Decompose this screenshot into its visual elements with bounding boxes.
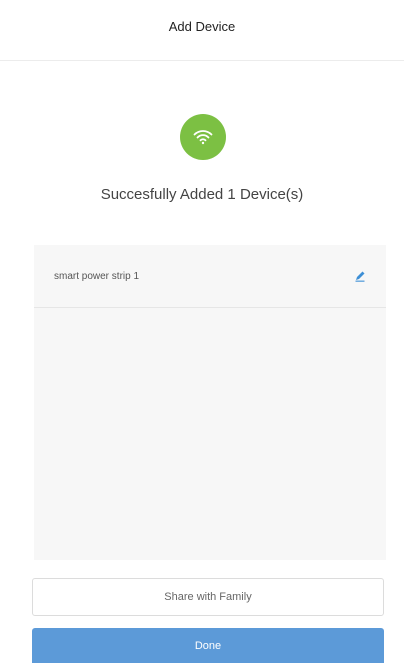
wifi-icon xyxy=(180,114,226,160)
device-row: smart power strip 1 xyxy=(34,245,386,308)
page-title: Add Device xyxy=(168,18,236,34)
page-header: Add Device xyxy=(0,0,404,61)
pencil-icon[interactable] xyxy=(352,268,368,284)
device-list: smart power strip 1 xyxy=(34,245,386,560)
device-name: smart power strip 1 xyxy=(54,270,140,282)
share-with-family-button[interactable]: Share with Family xyxy=(32,578,384,616)
done-button[interactable]: Done xyxy=(32,628,384,663)
success-message: Succesfully Added 1 Device(s) xyxy=(100,186,304,203)
